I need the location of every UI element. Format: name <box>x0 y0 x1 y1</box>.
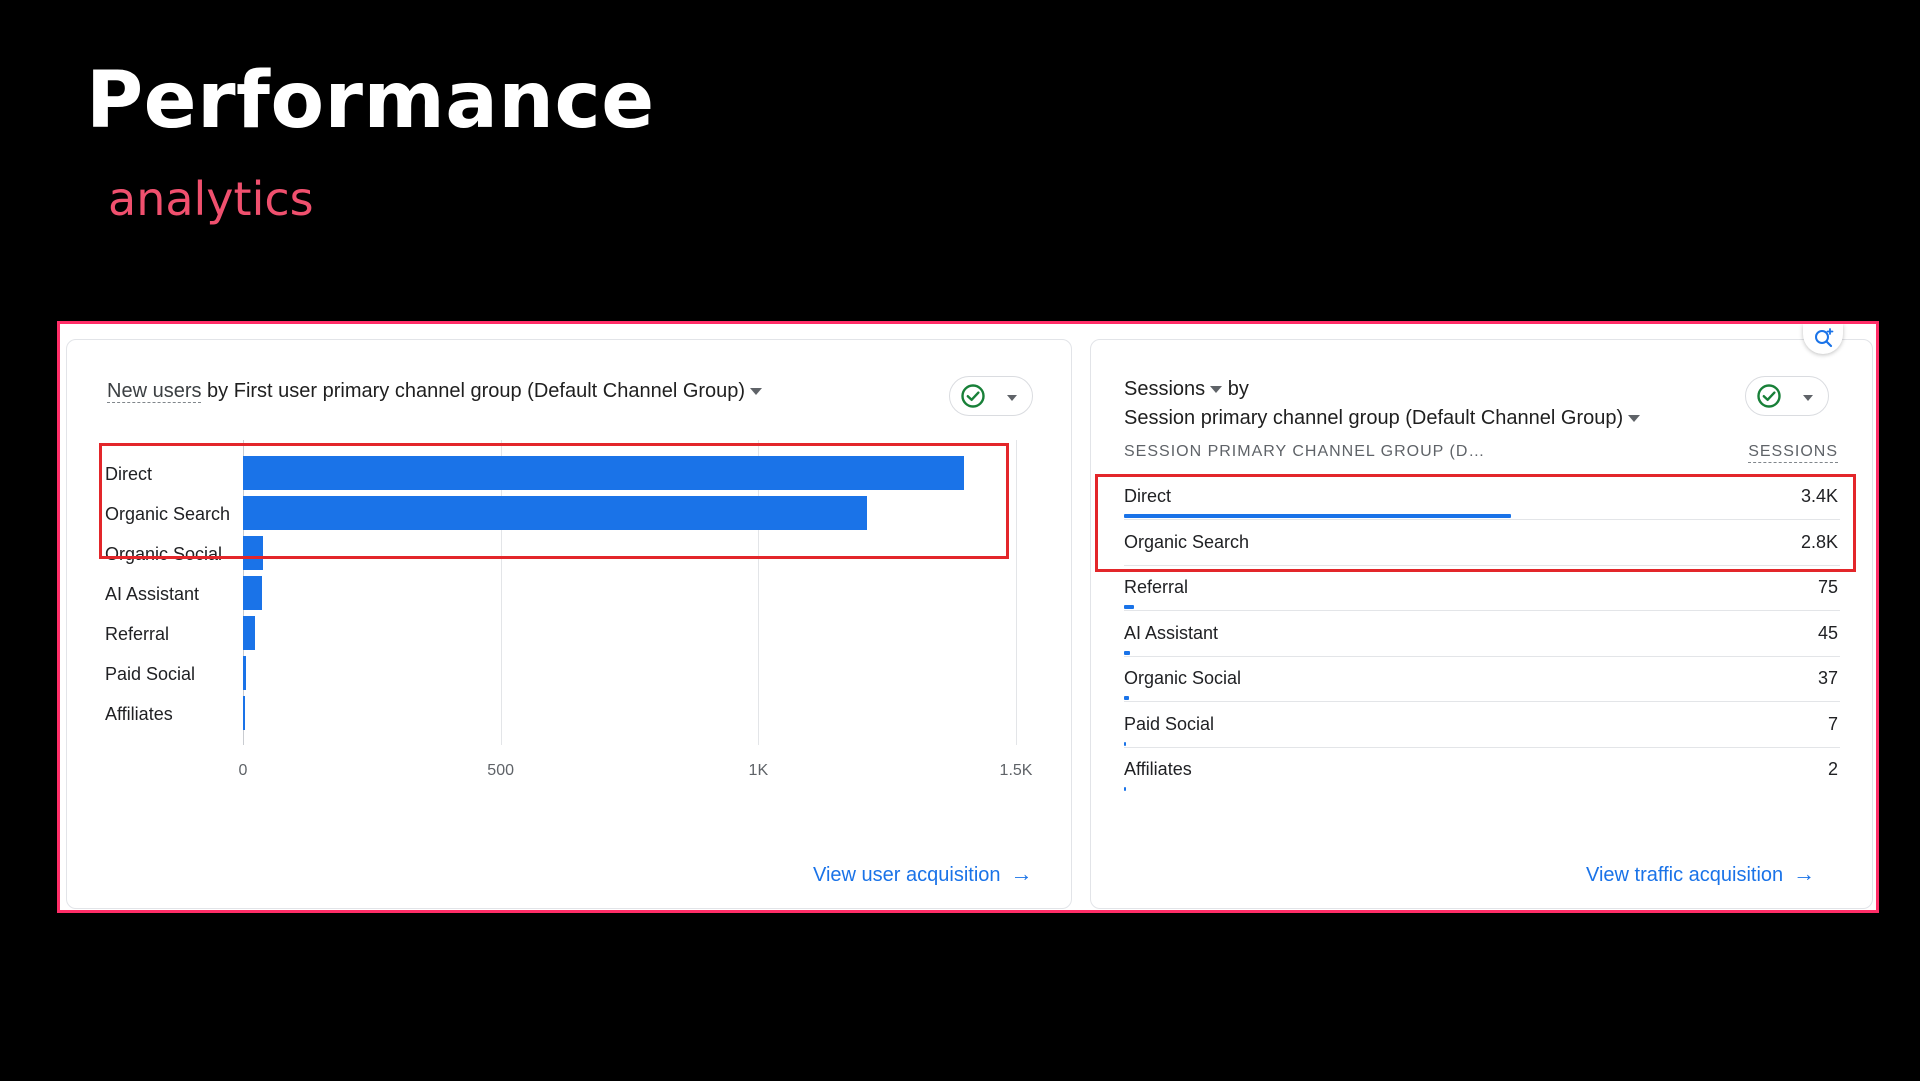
x-tick-label: 1.5K <box>999 762 1033 779</box>
metric-selector[interactable]: Sessions <box>1124 378 1205 400</box>
check-circle-icon <box>1757 384 1781 408</box>
table-row-label[interactable]: Affiliates <box>1124 759 1192 780</box>
metric-selector[interactable]: New users <box>107 380 202 403</box>
new-users-card-title[interactable]: New users by First user primary channel … <box>107 380 763 403</box>
table-row-value: 2 <box>1827 759 1838 779</box>
highlight-box <box>1095 474 1856 572</box>
new-users-card: New users by First user primary channel … <box>66 339 1072 909</box>
check-circle-icon <box>961 384 985 408</box>
table-row-label[interactable]: Referral <box>1124 577 1188 598</box>
table-row-value: 37 <box>1817 668 1838 688</box>
bar-category-label: Affiliates <box>105 704 173 724</box>
bar-category-label: Referral <box>105 624 170 644</box>
table-row-value: 7 <box>1827 713 1838 734</box>
arrow-right-icon: → <box>1793 861 1816 886</box>
table-row-bar <box>1124 696 1129 700</box>
table-row-divider <box>1124 746 1840 748</box>
chevron-down-icon <box>1803 395 1813 401</box>
table-row-divider <box>1124 701 1840 702</box>
bar[interactable] <box>243 696 246 730</box>
chevron-down-icon[interactable] <box>1210 386 1223 394</box>
gridline <box>1016 440 1017 745</box>
table-row-label[interactable]: Paid Social <box>1124 714 1214 735</box>
table-row-bar <box>1124 787 1126 791</box>
sessions-column-header[interactable]: SESSIONS <box>1748 443 1838 463</box>
table-row-bar <box>1124 650 1130 655</box>
x-tick-label: 500 <box>487 762 515 779</box>
table-row-label[interactable]: AI Assistant <box>1124 623 1218 644</box>
dimension-column-header[interactable]: SESSION PRIMARY CHANNEL GROUP (D… <box>1124 443 1485 461</box>
table-row-value: 75 <box>1817 577 1838 597</box>
bar[interactable] <box>243 656 247 690</box>
table-row-value: 45 <box>1817 622 1838 643</box>
sessions-card: Sessions by Session primary channel grou… <box>1090 339 1873 909</box>
view-user-acquisition-link[interactable]: View user acquisition → <box>813 861 1033 887</box>
table-row-bar <box>1124 605 1135 609</box>
highlight-box <box>99 443 1009 559</box>
table-row-bar <box>1124 741 1126 746</box>
chevron-down-icon[interactable] <box>750 388 763 396</box>
table-row-divider <box>1124 610 1840 611</box>
comparison-status-button[interactable] <box>1745 376 1829 416</box>
arrow-right-icon: → <box>1010 861 1033 886</box>
view-traffic-acquisition-link[interactable]: View traffic acquisition → <box>1586 861 1815 887</box>
bar-category-label: Paid Social <box>105 664 196 684</box>
x-tick-label: 0 <box>238 762 248 779</box>
comparison-status-button[interactable] <box>949 376 1033 416</box>
slide-subtitle: analytics <box>108 172 314 226</box>
dimension-selector[interactable]: by First user primary channel group (Def… <box>201 380 745 402</box>
zoom-insights-icon <box>1815 328 1834 348</box>
dimension-selector[interactable]: Session primary channel group (Default C… <box>1124 407 1623 429</box>
screenshot-frame: New users by First user primary channel … <box>57 321 1879 913</box>
sessions-card-title-line1[interactable]: Sessions by <box>1124 378 1249 401</box>
bar[interactable] <box>243 616 256 650</box>
bar[interactable] <box>243 576 262 610</box>
chevron-down-icon[interactable] <box>1628 415 1641 423</box>
slide-title: Performance <box>86 56 655 146</box>
sessions-card-title-line2[interactable]: Session primary channel group (Default C… <box>1124 407 1641 430</box>
bar-category-label: AI Assistant <box>105 584 200 604</box>
x-tick-label: 1K <box>748 762 769 779</box>
table-row-divider <box>1124 655 1840 657</box>
chevron-down-icon <box>1007 395 1017 401</box>
table-row-label[interactable]: Organic Social <box>1124 668 1241 689</box>
